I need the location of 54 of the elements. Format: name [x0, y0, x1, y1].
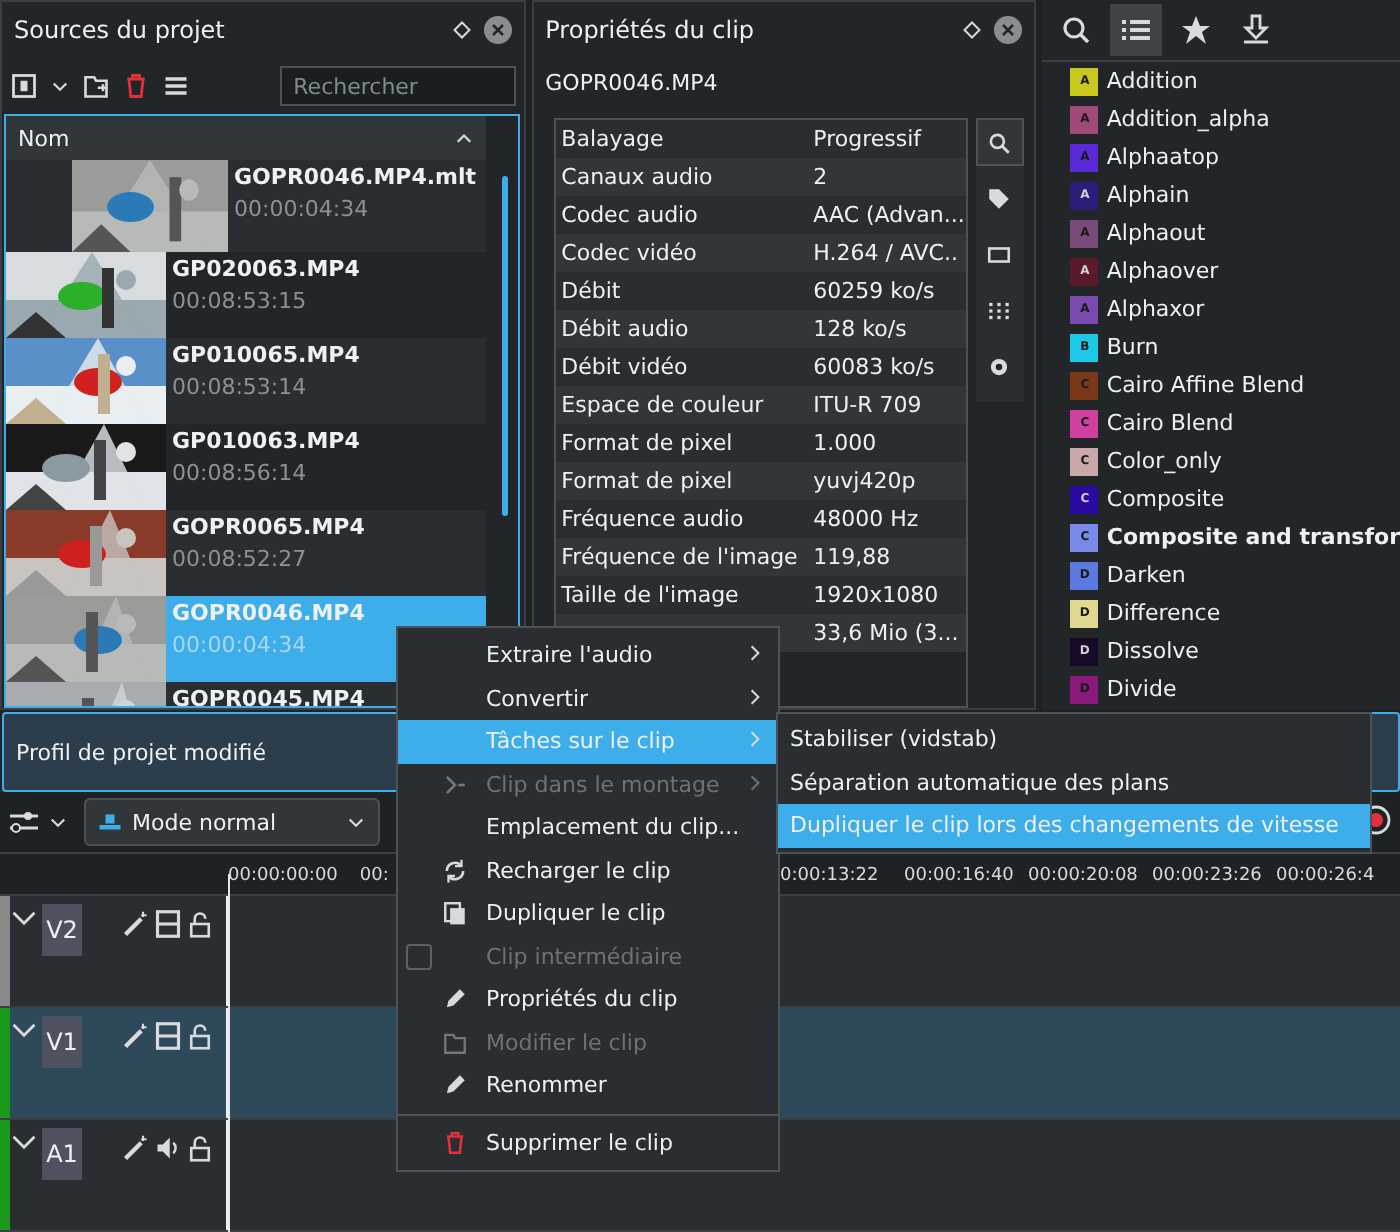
- property-name: Débit vidéo: [559, 354, 690, 380]
- property-name: Fréquence audio: [559, 506, 746, 532]
- property-value: yuvj420p: [813, 468, 918, 494]
- ruler-timecode: 00:00:20:08: [1028, 864, 1140, 886]
- property-value: 60259 ko/s: [813, 278, 937, 304]
- property-value: H.264 / AVC..: [813, 240, 960, 266]
- clip-name: GP020063.MP4: [172, 256, 362, 282]
- clip-duration: 00:08:56:14: [172, 460, 309, 486]
- property-name: Fréquence de l'image: [559, 544, 800, 570]
- clip-name: GP010065.MP4: [172, 342, 362, 368]
- ruler-timecode: 0:00:13:22: [780, 864, 881, 886]
- property-name: Codec vidéo: [559, 240, 699, 266]
- track-label: A1: [42, 1128, 82, 1180]
- property-value: ITU-R 709: [813, 392, 924, 418]
- clip-name: GOPR0065.MP4: [172, 514, 367, 540]
- track-label: V2: [42, 904, 82, 956]
- property-name: Codec audio: [559, 202, 700, 228]
- property-name: Débit audio: [559, 316, 691, 342]
- clip-name: GOPR0046.MP4.mlt: [234, 164, 479, 190]
- ruler-timecode: 00:00:00:00: [228, 864, 338, 886]
- panel-title: Propriétés du clip: [545, 16, 757, 44]
- property-value: 128 ko/s: [813, 316, 909, 342]
- clip-name: GOPR0046.MP4: [172, 600, 367, 626]
- property-value: 48000 Hz: [813, 506, 921, 532]
- property-value: 119,88: [813, 544, 893, 570]
- clip-duration: 00:00:04:34: [234, 196, 371, 222]
- ruler-timecode: 00:00:16:40: [904, 864, 1016, 886]
- property-value: 2: [813, 164, 830, 190]
- property-name: Débit: [559, 278, 623, 304]
- property-value: Progressif: [813, 126, 924, 152]
- panel-title: Sources du projet: [14, 16, 227, 44]
- clip-duration: 00:08:53:15: [172, 288, 309, 314]
- ruler-timecode: 00:00:26:4: [1276, 864, 1377, 886]
- property-name: Espace de couleur: [559, 392, 766, 418]
- ruler-timecode: 00:: [359, 864, 389, 886]
- clip-name: GP010063.MP4: [172, 428, 362, 454]
- property-name: Format de pixel: [559, 430, 735, 456]
- clip-duration: 00:08:53:14: [172, 374, 309, 400]
- property-value: 60083 ko/s: [813, 354, 937, 380]
- clip-duration: 00:00:04:34: [172, 632, 309, 658]
- ruler-timecode: 00:00:23:26: [1152, 864, 1264, 886]
- clip-title: GOPR0046.MP4: [543, 67, 720, 99]
- track-label: V1: [42, 1016, 82, 1068]
- property-value: AAC (Advan...: [813, 202, 966, 228]
- property-name: Taille de l'image: [559, 582, 741, 608]
- property-value: 33,6 Mio (3...: [813, 620, 961, 646]
- property-value: 1920x1080: [813, 582, 941, 608]
- clip-duration: 00:08:52:27: [172, 546, 309, 572]
- clip-name: GOPR0045.MP4: [172, 686, 367, 706]
- property-name: Canaux audio: [559, 164, 715, 190]
- property-value: 1.000: [813, 430, 879, 456]
- property-name: Format de pixel: [559, 468, 735, 494]
- property-name: Balayage: [559, 126, 666, 152]
- notification-text: Profil de projet modifié: [16, 739, 266, 765]
